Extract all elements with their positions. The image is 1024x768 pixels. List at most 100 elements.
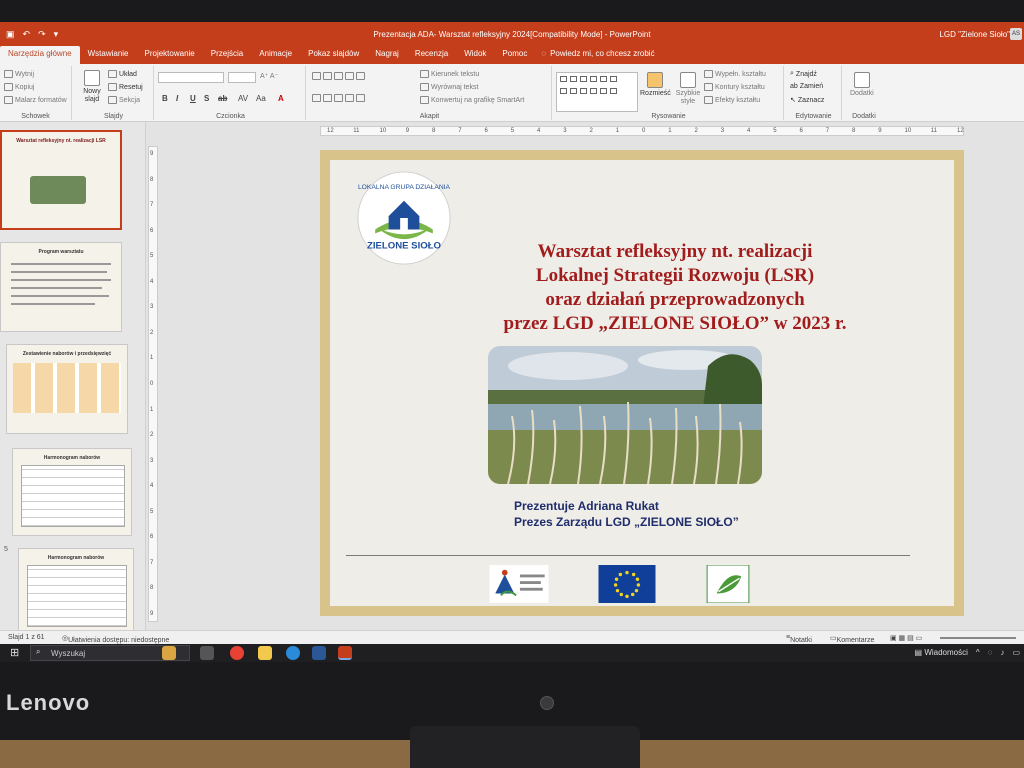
paragraph-group: Kierunek tekstu Wyrównaj tekst Konwertuj…: [308, 66, 552, 120]
tab-home[interactable]: Narzędzia główne: [0, 46, 80, 64]
shape-fill-button[interactable]: Wypełn. kształtu: [704, 70, 766, 78]
font-name-combo[interactable]: [158, 72, 224, 83]
quick-styles-button[interactable]: Szybkie style: [674, 72, 702, 106]
spacing-button[interactable]: AV: [238, 94, 248, 103]
grow-font-button[interactable]: A⁺ A⁻: [260, 72, 278, 80]
strike-button[interactable]: ab: [218, 94, 227, 103]
tray-chevron-icon[interactable]: ^: [976, 648, 980, 657]
word-icon[interactable]: [312, 646, 326, 660]
file-explorer-icon[interactable]: [258, 646, 272, 660]
task-view-icon[interactable]: [200, 646, 214, 660]
bullets-button[interactable]: [312, 72, 365, 80]
tab-view[interactable]: Widok: [456, 46, 494, 64]
align-text-button[interactable]: Wyrównaj tekst: [420, 83, 478, 91]
tab-animations[interactable]: Animacje: [251, 46, 300, 64]
speaker-icon[interactable]: ♪: [1000, 648, 1004, 657]
replace-button[interactable]: ab Zamień: [790, 83, 823, 90]
tab-slideshow[interactable]: Pokaz slajdów: [300, 46, 367, 64]
accessibility-status[interactable]: ◎ Ułatwienia dostępu: niedostępne: [62, 634, 169, 644]
tab-design[interactable]: Projektowanie: [137, 46, 203, 64]
zoom-slider[interactable]: [940, 637, 1016, 639]
slide-thumbnail-1[interactable]: Warsztat refleksyjny nt. realizacji LSR: [0, 130, 122, 230]
section-icon: [108, 96, 117, 104]
slide[interactable]: ZIELONE SIOŁO LOKALNA GRUPA DZIAŁANIA Wa…: [320, 150, 964, 616]
shape-effects-button[interactable]: Efekty kształtu: [704, 96, 760, 104]
notes-button[interactable]: ≡ Notatki: [786, 634, 812, 644]
powerpoint-icon[interactable]: [338, 646, 352, 660]
tell-me-box[interactable]: ◌ Powiedz mi, co chcesz zrobić: [535, 46, 660, 64]
power-button[interactable]: [540, 696, 554, 710]
slide-thumbnail-5[interactable]: Harmonogram naborów: [18, 548, 134, 630]
arrange-button[interactable]: Rozmieść: [640, 72, 671, 97]
section-label: Sekcja: [119, 96, 141, 104]
shape-outline-button[interactable]: Kontury kształtu: [704, 83, 765, 91]
comments-button[interactable]: ▭ Komentarze: [830, 634, 874, 644]
shapes-gallery[interactable]: [556, 72, 638, 112]
columns-icon: [356, 94, 365, 102]
select-button[interactable]: ↖ Zaznacz: [790, 96, 824, 105]
ruler-tick: 1: [668, 128, 672, 134]
edge-icon[interactable]: [286, 646, 300, 660]
bold-button[interactable]: B: [162, 94, 168, 103]
arrange-icon: [647, 72, 664, 88]
font-color-button[interactable]: A: [278, 94, 284, 103]
ruler-tick: 0: [642, 128, 646, 134]
ruler-tick: 0: [150, 381, 154, 387]
text-direction-button[interactable]: Kierunek tekstu: [420, 70, 479, 78]
news-widget[interactable]: ▤ Wiadomości: [915, 648, 968, 657]
ruler-tick: 6: [150, 534, 154, 541]
tab-help[interactable]: Pomoc: [494, 46, 535, 64]
svg-text:LOKALNA GRUPA DZIAŁANIA: LOKALNA GRUPA DZIAŁANIA: [358, 184, 451, 191]
presenter-info[interactable]: Prezentuje Adriana Rukat Prezes Zarządu …: [514, 498, 739, 530]
rect-shape-icon: [560, 76, 567, 82]
cut-button[interactable]: Wytnij: [4, 70, 34, 78]
heart-shape-icon: [600, 88, 607, 94]
italic-button[interactable]: I: [176, 94, 178, 103]
alignment-buttons[interactable]: [312, 94, 365, 102]
ruler-tick: 3: [150, 457, 154, 464]
connector-shape-icon: [560, 88, 567, 94]
avatar[interactable]: AS: [1010, 28, 1022, 40]
smartart-button[interactable]: Konwertuj na grafikę SmartArt: [420, 96, 524, 104]
bullets-icon: [312, 72, 321, 80]
notification-icon[interactable]: ▭: [1012, 648, 1020, 657]
slide-thumbnail-3[interactable]: Zestawienie naborów i przedsięwzięć: [6, 344, 128, 434]
network-icon[interactable]: ◌: [988, 648, 993, 657]
tab-insert[interactable]: Wstawianie: [80, 46, 137, 64]
thumbnail-5-title: Harmonogram naborów: [47, 555, 105, 561]
thumbnail-3-diagram: [13, 363, 121, 413]
ruler-tick: 3: [150, 304, 154, 311]
layout-button[interactable]: Układ: [108, 70, 137, 78]
slide-title[interactable]: Warsztat refleksyjny nt. realizacji Loka…: [450, 240, 900, 336]
section-button[interactable]: Sekcja: [108, 96, 140, 104]
horizontal-ruler[interactable]: 12 11 10 9 8 7 6 5 4 3 2 1 0 1 2 3 4 5 6 7 8 9 10 11 12: [320, 126, 964, 136]
account-name[interactable]: LGD "Zielone Sioło": [939, 30, 1010, 39]
slide-thumbnail-4[interactable]: Harmonogram naborów: [12, 448, 132, 536]
format-painter-button[interactable]: Malarz formatów: [4, 96, 67, 104]
briefcase-app-icon[interactable]: [162, 646, 176, 660]
addins-button[interactable]: Dodatki: [850, 72, 874, 97]
slide-thumbnail-pane[interactable]: Warsztat refleksyjny nt. realizacji LSR …: [0, 122, 146, 630]
font-size-combo[interactable]: [228, 72, 256, 83]
new-slide-button[interactable]: Nowy slajd: [80, 70, 104, 104]
addins-label: Dodatki: [850, 90, 874, 97]
copy-button[interactable]: Kopiuj: [4, 83, 34, 91]
case-button[interactable]: Aa: [256, 94, 266, 103]
chrome-icon[interactable]: [230, 646, 244, 660]
reset-button[interactable]: Resetuj: [108, 83, 143, 91]
ribbon: Wytnij Kopiuj Malarz formatów Schowek No…: [0, 64, 1024, 122]
thumbnail-2-line: [10, 263, 112, 265]
shadow-button[interactable]: S: [204, 94, 209, 103]
slide-title-line-3: oraz działań przeprowadzonych: [545, 289, 805, 310]
view-buttons[interactable]: ▣ ▦ ▤ ▭: [890, 634, 922, 642]
indent-icon: [334, 72, 343, 80]
addins-group: Dodatki Dodatki: [844, 66, 884, 120]
tab-review[interactable]: Recenzja: [407, 46, 456, 64]
windows-start-icon[interactable]: ⊞: [10, 646, 19, 659]
underline-button[interactable]: U: [190, 94, 196, 103]
find-button[interactable]: ⌕ Znajdź: [790, 70, 817, 78]
vertical-ruler[interactable]: 9 8 7 6 5 4 3 2 1 0 1 2 3 4 5 6 7 8 9: [148, 146, 158, 622]
tab-record[interactable]: Nagraj: [367, 46, 407, 64]
tab-transitions[interactable]: Przejścia: [203, 46, 251, 64]
slide-thumbnail-2[interactable]: Program warsztatu: [0, 242, 122, 332]
